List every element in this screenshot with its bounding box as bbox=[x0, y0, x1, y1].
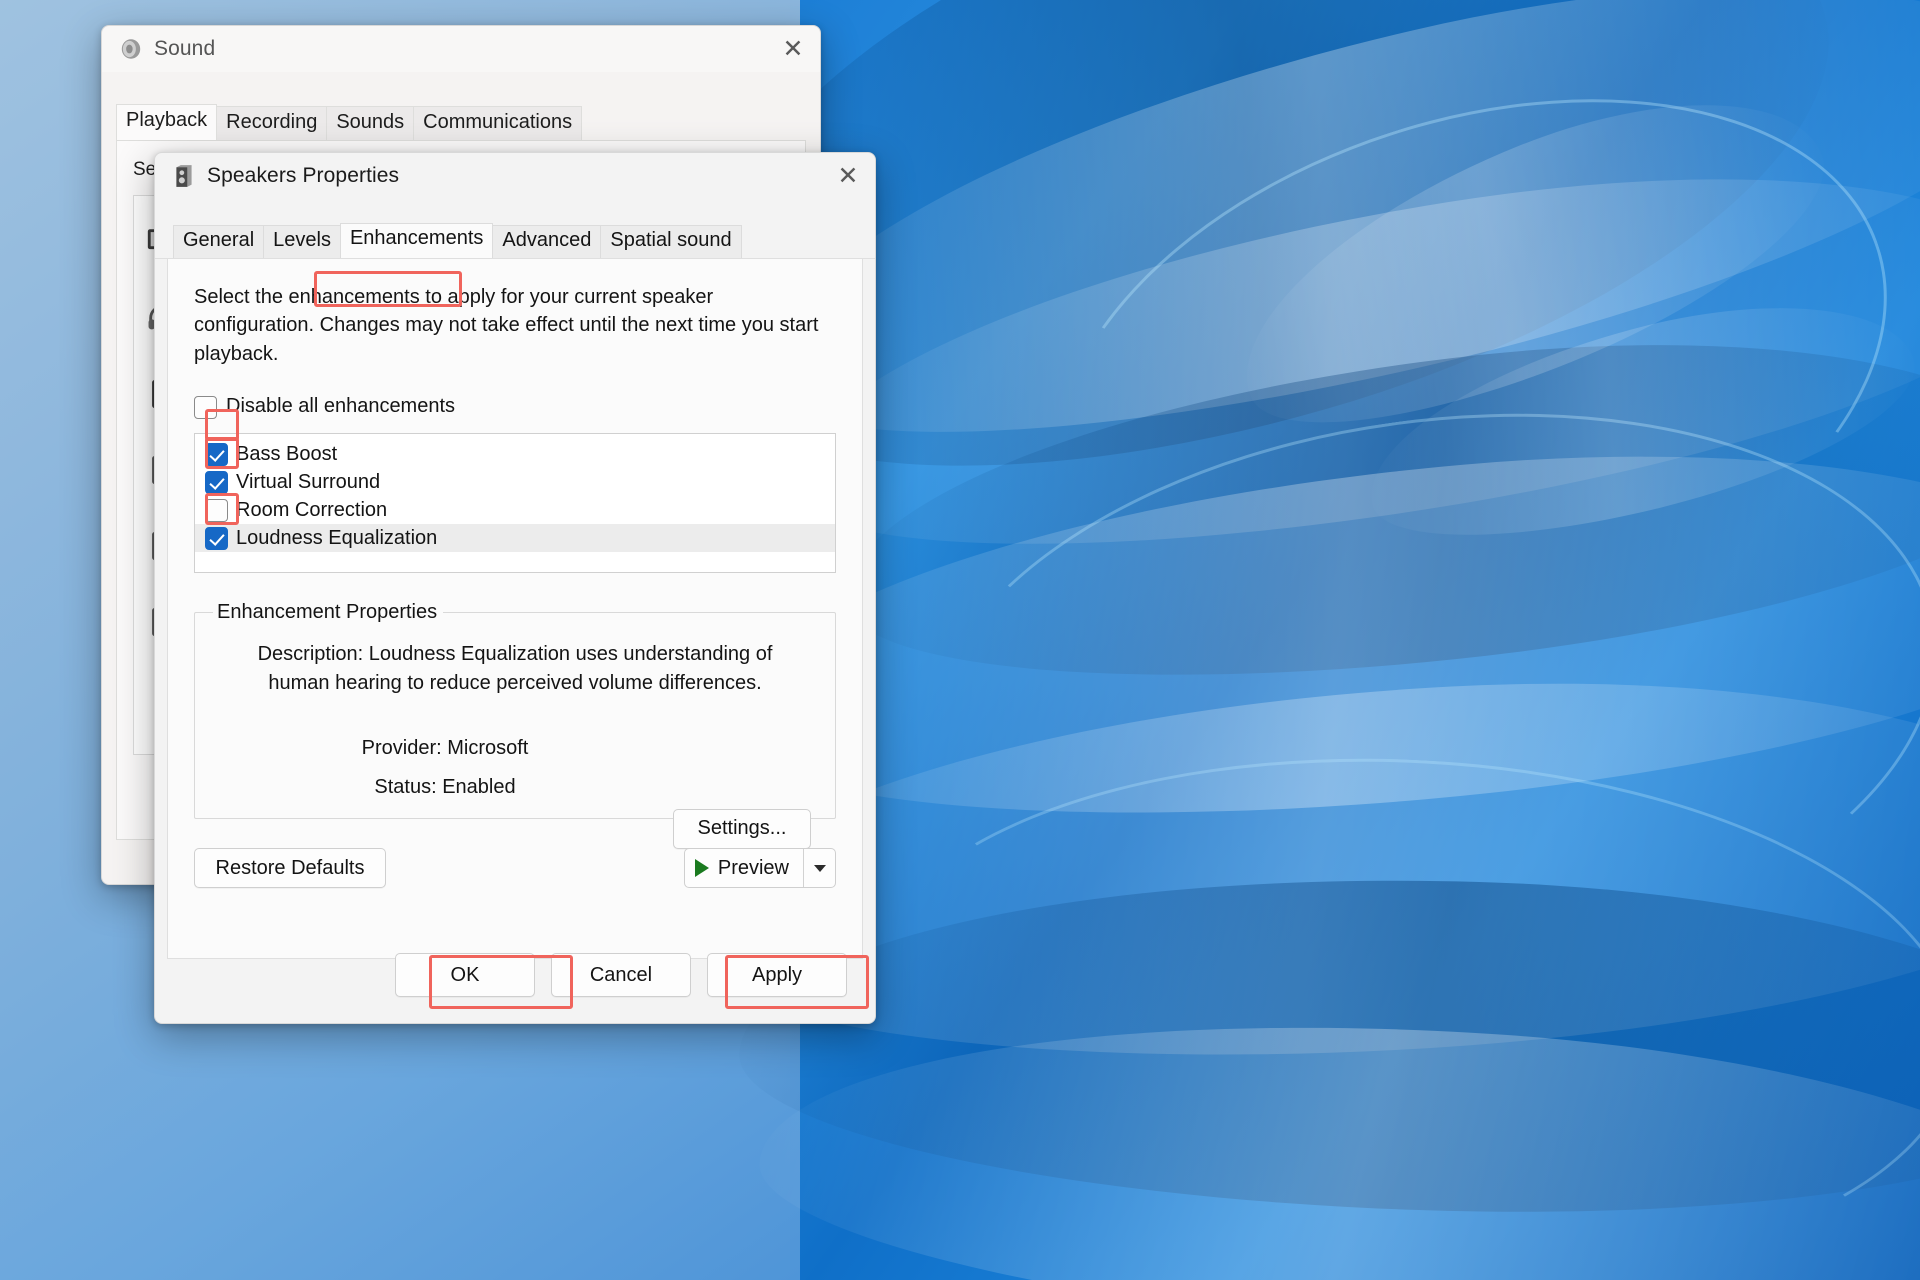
tab-enhancements-label: Enhancements bbox=[349, 227, 484, 249]
list-item-room-correction[interactable]: Room Correction bbox=[195, 496, 835, 524]
sound-close-button[interactable]: ✕ bbox=[766, 26, 820, 72]
tab-spatial-sound[interactable]: Spatial sound bbox=[600, 225, 742, 258]
enhancements-tab-panel: Select the enhancements to apply for you… bbox=[167, 259, 863, 959]
room-correction-label: Room Correction bbox=[236, 498, 388, 521]
sound-titlebar: Sound ✕ bbox=[102, 26, 820, 72]
tab-spatial-sound-label: Spatial sound bbox=[610, 229, 732, 251]
speaker-icon bbox=[121, 39, 141, 59]
close-icon: ✕ bbox=[837, 161, 859, 190]
tab-sounds-label: Sounds bbox=[336, 111, 405, 133]
disable-all-enhancements-checkbox[interactable] bbox=[194, 396, 217, 420]
apply-button[interactable]: Apply bbox=[707, 953, 847, 997]
speakers-properties-window[interactable]: Speakers Properties ✕ General Levels Enh… bbox=[154, 152, 876, 1024]
disable-all-enhancements-row[interactable]: Disable all enhancements bbox=[194, 394, 836, 420]
play-triangle-icon bbox=[694, 859, 709, 877]
speakers-tabstrip[interactable]: General Levels Enhancements Advanced Spa… bbox=[155, 223, 875, 259]
desktop-background: Sound ✕ Playback Recording Sounds Commun… bbox=[0, 0, 1920, 1280]
tab-enhancements[interactable]: Enhancements bbox=[339, 223, 494, 258]
preview-button-label: Preview bbox=[717, 856, 789, 879]
bass-boost-checkbox[interactable] bbox=[205, 442, 228, 466]
tab-sounds[interactable]: Sounds bbox=[326, 106, 415, 140]
tab-general-label: General bbox=[183, 229, 255, 251]
loudness-equalization-checkbox[interactable] bbox=[205, 526, 228, 550]
preview-split-button[interactable]: Preview bbox=[683, 848, 836, 888]
speakers-titlebar: Speakers Properties ✕ bbox=[155, 153, 875, 199]
tab-advanced-label: Advanced bbox=[502, 229, 592, 251]
close-icon: ✕ bbox=[782, 34, 804, 63]
enhancement-properties-group: Enhancement Properties Description: Loud… bbox=[194, 601, 836, 849]
ok-button[interactable]: OK bbox=[395, 953, 535, 997]
speakers-close-button[interactable]: ✕ bbox=[821, 153, 875, 199]
sound-tabstrip[interactable]: Playback Recording Sounds Communications bbox=[102, 104, 820, 140]
dialog-footer: OK Cancel Apply bbox=[155, 927, 875, 1023]
enhancements-list[interactable]: Bass Boost Virtual Surround Room Correct… bbox=[194, 433, 836, 574]
speakers-window-title: Speakers Properties bbox=[207, 164, 400, 187]
room-correction-checkbox[interactable] bbox=[205, 498, 228, 522]
chevron-down-icon bbox=[813, 864, 826, 872]
sound-window-title: Sound bbox=[154, 37, 216, 60]
enhancement-properties-legend: Enhancement Properties bbox=[217, 601, 438, 624]
wallpaper-art bbox=[608, 0, 1920, 1280]
loudness-equalization-label: Loudness Equalization bbox=[236, 526, 438, 549]
list-item-virtual-surround[interactable]: Virtual Surround bbox=[195, 468, 835, 496]
restore-defaults-button[interactable]: Restore Defaults bbox=[194, 848, 386, 888]
bass-boost-label: Bass Boost bbox=[236, 442, 338, 465]
virtual-surround-label: Virtual Surround bbox=[236, 470, 381, 493]
speaker-box-icon bbox=[176, 165, 192, 187]
tab-recording-label: Recording bbox=[226, 111, 318, 133]
tab-playback-label: Playback bbox=[126, 109, 208, 131]
tab-levels-label: Levels bbox=[273, 229, 331, 251]
list-item-bass-boost[interactable]: Bass Boost bbox=[195, 440, 835, 468]
enhancement-status: Status: Enabled bbox=[374, 775, 516, 798]
disable-all-enhancements-label: Disable all enhancements bbox=[226, 395, 456, 418]
settings-button[interactable]: Settings... bbox=[673, 808, 811, 849]
tab-general[interactable]: General bbox=[173, 225, 265, 258]
enhancements-action-row: Restore Defaults Preview bbox=[194, 848, 836, 888]
tab-advanced[interactable]: Advanced bbox=[492, 225, 602, 258]
cancel-button[interactable]: Cancel bbox=[551, 953, 691, 997]
preview-button[interactable]: Preview bbox=[685, 849, 803, 887]
enhancement-provider: Provider: Microsoft bbox=[361, 736, 529, 759]
virtual-surround-checkbox[interactable] bbox=[205, 470, 228, 494]
list-item-loudness-equalization[interactable]: Loudness Equalization bbox=[195, 524, 835, 553]
preview-dropdown-button[interactable] bbox=[803, 849, 835, 887]
tab-playback[interactable]: Playback bbox=[116, 104, 218, 140]
tab-communications-label: Communications bbox=[423, 111, 573, 133]
tab-recording[interactable]: Recording bbox=[216, 106, 328, 140]
enhancements-intro-text: Select the enhancements to apply for you… bbox=[194, 286, 819, 365]
enhancement-description: Description: Loudness Equalization uses … bbox=[257, 643, 773, 694]
tab-communications[interactable]: Communications bbox=[413, 106, 583, 140]
tab-levels[interactable]: Levels bbox=[263, 225, 341, 258]
